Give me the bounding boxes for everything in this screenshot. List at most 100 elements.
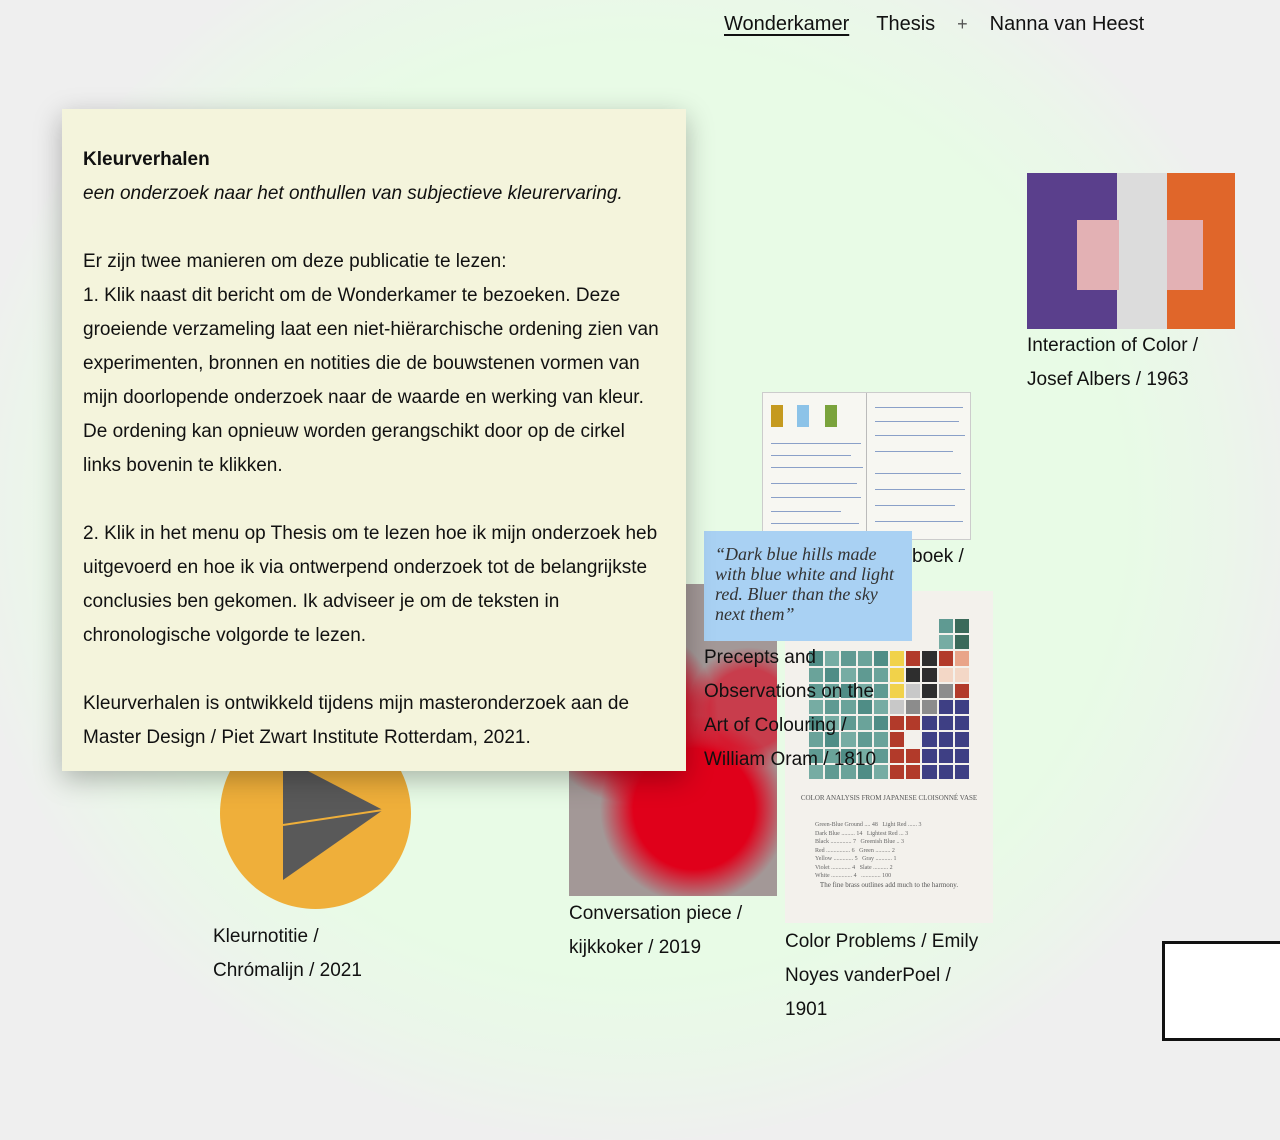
grid-cell [938, 651, 953, 666]
notebook-line [771, 455, 851, 456]
color-problems-caption-line2: Noyes vanderPoel / [785, 965, 951, 986]
grid-cell [889, 683, 905, 698]
notebook-line [771, 467, 863, 468]
grid-cell [938, 699, 953, 715]
grid-cell [906, 716, 921, 731]
grid-cell [889, 716, 905, 731]
notebook-swatch [797, 405, 809, 427]
grid-cell [922, 764, 937, 779]
grid-cell [954, 651, 969, 666]
notebook-swatch [825, 405, 837, 427]
intro-subtitle: een onderzoek naar het onthullen van sub… [83, 183, 623, 204]
plate-note: The fine brass outlines add much to the … [819, 881, 959, 889]
grid-cell [954, 716, 969, 731]
conversation-caption-line2: kijkkoker / 2019 [569, 937, 702, 958]
color-problems-caption[interactable]: Color Problems / Emily Noyes vanderPoel … [785, 925, 978, 1027]
albers-caption-line2: Josef Albers / 1963 [1027, 369, 1189, 390]
intro-title: Kleurverhalen [83, 149, 210, 170]
grid-cell [922, 716, 937, 731]
notebook-line [875, 489, 965, 490]
grid-cell [922, 667, 937, 682]
intro-paragraph-2: 1. Klik naast dit bericht om de Wonderka… [83, 285, 659, 476]
intro-panel: Kleurverhalen een onderzoek naar het ont… [62, 109, 686, 771]
nav-author[interactable]: Nanna van Heest [990, 12, 1145, 36]
grid-cell [938, 764, 953, 779]
grid-cell [938, 635, 953, 650]
grid-cell [906, 683, 921, 698]
notebook-line [771, 443, 861, 444]
nav-thesis[interactable]: Thesis [876, 12, 935, 36]
notebook-line [875, 407, 963, 408]
kleurnotitie-caption[interactable]: Kleurnotitie / Chrómalijn / 2021 [213, 920, 362, 988]
grid-cell [922, 683, 937, 698]
albers-image[interactable] [1027, 173, 1235, 329]
intro-paragraph-4: Kleurverhalen is ontwikkeld tijdens mijn… [83, 693, 630, 748]
grid-cell [906, 699, 921, 715]
oram-caption[interactable]: Precepts and Observations on the Art of … [704, 641, 876, 777]
oram-caption-line2: Observations on the [704, 681, 875, 702]
albers-pink-square-right [1167, 220, 1203, 290]
grid-cell [889, 667, 905, 682]
grid-cell [922, 651, 937, 666]
notebook-line [875, 521, 963, 522]
notebook-fold [866, 393, 867, 539]
nav-plus-icon[interactable]: + [957, 12, 968, 36]
notebook-swatch [771, 405, 783, 427]
notebook-line [875, 473, 961, 474]
grid-cell [954, 635, 969, 650]
albers-caption-line1: Interaction of Color / [1027, 335, 1199, 356]
conversation-caption-line1: Conversation piece / [569, 903, 743, 924]
grid-cell [938, 748, 953, 763]
grid-cell [938, 732, 953, 747]
intro-paragraph-1: Er zijn twee manieren om deze publicatie… [83, 251, 507, 272]
grid-cell [922, 619, 936, 633]
oram-caption-line4: William Oram / 1810 [704, 749, 877, 770]
quote-card[interactable]: “Dark blue hills made with blue white an… [704, 531, 912, 641]
top-nav: Wonderkamer Thesis + Nanna van Heest [724, 12, 1144, 36]
conversation-caption[interactable]: Conversation piece / kijkkoker / 2019 [569, 897, 742, 965]
kleurnotitie-caption-line2: Chrómalijn / 2021 [213, 960, 362, 981]
notebook-line [875, 435, 965, 436]
color-problems-caption-line1: Color Problems / Emily [785, 931, 979, 952]
grid-cell [938, 667, 953, 682]
grid-cell [922, 732, 937, 747]
albers-pink-square-left [1077, 220, 1119, 290]
notebook-caption[interactable]: boek / [912, 540, 964, 574]
notebook-line [875, 421, 959, 422]
grid-cell [954, 699, 969, 715]
grid-cell [954, 764, 969, 779]
grid-cell [889, 748, 905, 763]
grid-cell [954, 667, 969, 682]
grid-cell [906, 667, 921, 682]
partial-item-frame[interactable] [1162, 941, 1280, 1041]
notebook-line [771, 523, 859, 524]
notebook-line [771, 497, 861, 498]
grid-cell [938, 683, 953, 698]
grid-cell [906, 732, 920, 746]
albers-caption[interactable]: Interaction of Color / Josef Albers / 19… [1027, 329, 1198, 397]
nav-wonderkamer[interactable]: Wonderkamer [724, 12, 849, 36]
notebook-image[interactable] [762, 392, 971, 540]
grid-cell [954, 619, 969, 634]
intro-paragraph-3: 2. Klik in het menu op Thesis om te leze… [83, 523, 658, 646]
notebook-line [771, 511, 841, 512]
grid-cell [889, 651, 905, 666]
grid-cell [889, 699, 905, 715]
grid-cell [906, 748, 921, 763]
oram-caption-line1: Precepts and [704, 647, 816, 668]
oram-caption-line3: Art of Colouring / [704, 715, 847, 736]
notebook-line [875, 451, 953, 452]
grid-cell [889, 764, 905, 779]
plate-table: Green-Blue Ground .... 48 Light Red ....… [815, 822, 922, 879]
plate-title: COLOR ANALYSIS FROM JAPANESE CLOISONNÉ V… [800, 794, 978, 802]
notebook-line [875, 505, 955, 506]
grid-cell [954, 683, 969, 698]
grid-cell [954, 748, 969, 763]
grid-cell [922, 699, 937, 715]
grid-cell [922, 748, 937, 763]
grid-cell [938, 619, 953, 634]
grid-cell [906, 651, 921, 666]
grid-cell [954, 732, 969, 747]
grid-cell [906, 764, 921, 779]
grid-cell [938, 716, 953, 731]
